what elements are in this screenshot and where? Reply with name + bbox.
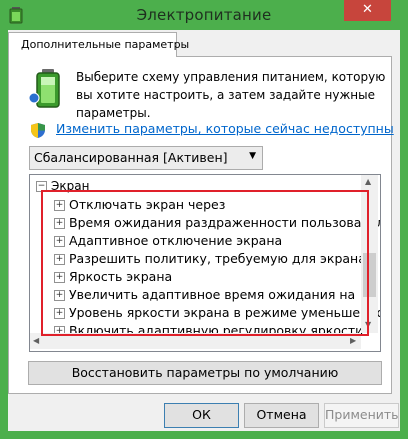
tab-advanced-settings[interactable]: Дополнительные параметры: [8, 32, 189, 57]
scroll-left-icon[interactable]: ◀: [33, 336, 39, 345]
chevron-down-icon: ▼: [249, 151, 256, 161]
battery-icon: [28, 68, 68, 108]
tab-label: Дополнительные параметры: [21, 38, 190, 51]
shield-icon: [30, 122, 46, 139]
scroll-up-icon[interactable]: ▲: [365, 177, 371, 186]
annotation-highlight-box: [41, 190, 369, 336]
cancel-button[interactable]: Отмена: [244, 403, 319, 428]
change-unavailable-settings-link[interactable]: Изменить параметры, которые сейчас недос…: [56, 121, 394, 136]
power-plan-select[interactable]: Сбалансированная [Активен] ▼: [29, 146, 263, 170]
close-button[interactable]: ✕: [344, 0, 391, 21]
apply-button[interactable]: Применить: [324, 403, 399, 428]
intro-text: Выберите схему управления питанием, кото…: [76, 70, 386, 120]
title-bar[interactable]: Электропитание ✕: [0, 0, 408, 30]
scroll-right-icon[interactable]: ▶: [350, 336, 356, 345]
restore-defaults-button[interactable]: Восстановить параметры по умолчанию: [28, 361, 382, 385]
ok-button[interactable]: ОК: [164, 403, 239, 428]
power-plan-value: Сбалансированная [Активен]: [34, 150, 228, 165]
